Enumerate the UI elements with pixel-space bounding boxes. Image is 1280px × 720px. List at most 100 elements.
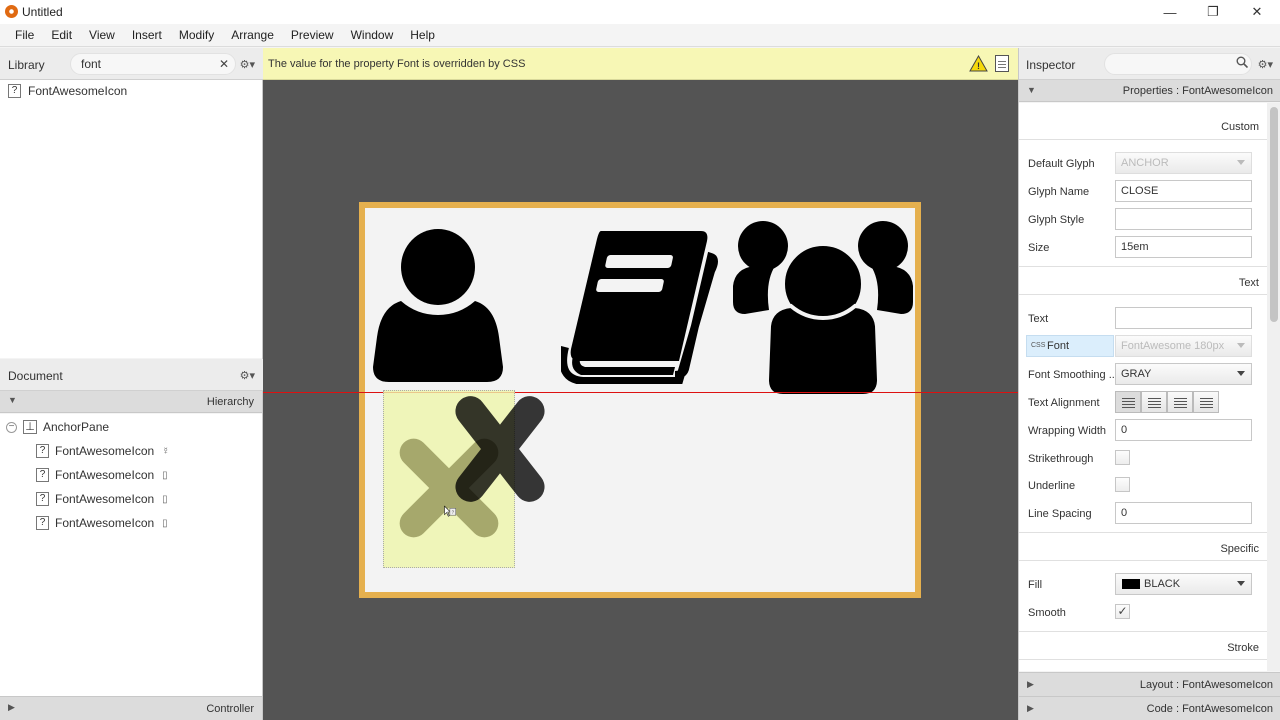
expand-triangle-icon: ▶: [1027, 679, 1034, 689]
close-button[interactable]: ✕: [1242, 2, 1272, 22]
anchorpane-icon: ⊥: [23, 420, 37, 434]
library-item-label: FontAwesomeIcon: [28, 84, 128, 98]
library-title: Library: [8, 58, 45, 72]
menu-help[interactable]: Help: [402, 24, 444, 46]
document-title: Document: [8, 369, 63, 383]
glyph-style-label: Glyph Style: [1028, 214, 1085, 226]
align-justify-button[interactable]: [1193, 391, 1219, 413]
glyph-preview-icon: ▯: [162, 517, 168, 529]
glyph-name-field[interactable]: CLOSE: [1115, 180, 1252, 202]
drag-cursor-icon: ?: [444, 505, 456, 517]
hierarchy-tree: − ⊥ AnchorPane ? FontAwesomeIcon ☿ ? Fon…: [0, 414, 262, 696]
library-item[interactable]: ? FontAwesomeIcon: [8, 84, 127, 98]
text-label: Text: [1028, 313, 1049, 325]
section-text: Text: [1238, 277, 1259, 289]
glyph-preview-icon: ▯: [162, 493, 168, 505]
align-left-button[interactable]: [1115, 391, 1141, 413]
users-icon[interactable]: [731, 214, 915, 398]
document-gear-icon[interactable]: ⚙▾: [240, 369, 255, 382]
tree-row[interactable]: ? FontAwesomeIcon ☿: [36, 444, 170, 458]
glyph-name-label: Glyph Name: [1028, 186, 1090, 198]
tree-row[interactable]: ? FontAwesomeIcon ▯: [36, 468, 168, 482]
chevron-down-icon: [1237, 581, 1245, 586]
book-icon[interactable]: [561, 229, 721, 384]
wrapping-width-field[interactable]: 0: [1115, 419, 1252, 441]
menu-bar: File Edit View Insert Modify Arrange Pre…: [0, 24, 1280, 47]
align-center-button[interactable]: [1141, 391, 1167, 413]
tree-row-label: FontAwesomeIcon: [55, 468, 155, 482]
section-custom: Custom: [1221, 121, 1259, 133]
hierarchy-label: Hierarchy: [206, 396, 254, 408]
code-bar[interactable]: ▶ Code : FontAwesomeIcon: [1019, 696, 1280, 720]
component-icon: ?: [36, 516, 49, 530]
warning-message: The value for the property Font is overr…: [268, 58, 526, 70]
controller-label: Controller: [206, 703, 254, 715]
font-label: Font: [1047, 340, 1070, 352]
line-spacing-field[interactable]: 0: [1115, 502, 1252, 524]
search-icon[interactable]: [1236, 56, 1248, 68]
library-gear-icon[interactable]: ⚙▾: [240, 58, 255, 71]
menu-edit[interactable]: Edit: [43, 24, 81, 46]
default-glyph-label: Default Glyph: [1028, 158, 1095, 170]
inspector-scrollbar[interactable]: [1267, 103, 1280, 671]
smooth-checkbox[interactable]: ✓: [1115, 604, 1130, 619]
component-icon: ?: [36, 492, 49, 506]
title-bar: Untitled — ❐ ✕: [0, 0, 1280, 24]
text-field[interactable]: [1115, 307, 1252, 329]
properties-list: Custom Default Glyph ANCHOR Glyph Name C…: [1019, 103, 1267, 671]
alignment-guide-line: [263, 392, 1018, 393]
properties-label: Properties : FontAwesomeIcon: [1122, 85, 1273, 97]
component-icon: ?: [36, 444, 49, 458]
menu-insert[interactable]: Insert: [124, 24, 171, 46]
minimize-button[interactable]: —: [1155, 2, 1185, 22]
warning-icon[interactable]: !: [969, 55, 988, 72]
size-field[interactable]: 15em: [1115, 236, 1252, 258]
align-justify-icon: [1200, 398, 1213, 399]
font-smoothing-combo[interactable]: GRAY: [1115, 363, 1252, 385]
tree-row[interactable]: ? FontAwesomeIcon ▯: [36, 516, 168, 530]
canvas-area[interactable]: The value for the property Font is overr…: [263, 48, 1018, 720]
menu-modify[interactable]: Modify: [171, 24, 223, 46]
menu-preview[interactable]: Preview: [283, 24, 343, 46]
divider: [1019, 139, 1267, 140]
strikethrough-checkbox[interactable]: [1115, 450, 1130, 465]
align-center-icon: [1148, 398, 1161, 399]
inspector-gear-icon[interactable]: ⚙▾: [1258, 58, 1273, 71]
chevron-down-icon: [1237, 160, 1245, 165]
font-css-label: CSS Font: [1026, 335, 1114, 357]
align-right-button[interactable]: [1167, 391, 1193, 413]
tree-row-label: FontAwesomeIcon: [55, 516, 155, 530]
font-value: FontAwesome 180px: [1121, 340, 1225, 352]
collapse-node-icon[interactable]: −: [6, 421, 17, 433]
controller-bar[interactable]: ▶ Controller: [0, 696, 262, 720]
fill-combo[interactable]: BLACK: [1115, 573, 1252, 595]
left-panel: Library ✕ ⚙▾ ? FontAwesomeIcon Document …: [0, 48, 263, 720]
underline-checkbox[interactable]: [1115, 477, 1130, 492]
menu-view[interactable]: View: [81, 24, 124, 46]
tree-row[interactable]: ? FontAwesomeIcon ▯: [36, 492, 168, 506]
user-icon[interactable]: [371, 229, 505, 384]
close-icon[interactable]: [443, 388, 557, 510]
section-specific: Specific: [1220, 543, 1259, 555]
maximize-button[interactable]: ❐: [1198, 2, 1228, 22]
tree-row-label: FontAwesomeIcon: [55, 444, 155, 458]
svg-text:!: !: [977, 61, 980, 71]
clear-search-icon[interactable]: ✕: [219, 57, 229, 71]
smooth-label: Smooth: [1028, 607, 1066, 619]
document-icon[interactable]: [995, 55, 1009, 72]
text-alignment-label: Text Alignment: [1028, 397, 1100, 409]
menu-window[interactable]: Window: [343, 24, 403, 46]
layout-bar[interactable]: ▶ Layout : FontAwesomeIcon: [1019, 672, 1280, 696]
menu-arrange[interactable]: Arrange: [223, 24, 283, 46]
tree-row-label: AnchorPane: [43, 420, 110, 434]
window-title: Untitled: [22, 5, 63, 19]
hierarchy-bar[interactable]: ▼ Hierarchy: [0, 391, 262, 413]
menu-file[interactable]: File: [0, 24, 43, 46]
scrollbar-thumb[interactable]: [1270, 107, 1278, 322]
tree-row-anchorpane[interactable]: − ⊥ AnchorPane: [6, 420, 109, 434]
library-search-input[interactable]: [70, 53, 236, 75]
properties-bar[interactable]: ▼ Properties : FontAwesomeIcon: [1019, 80, 1280, 102]
glyph-style-field[interactable]: [1115, 208, 1252, 230]
glyph-preview-icon: ▯: [162, 469, 168, 481]
inspector-search-input[interactable]: [1104, 53, 1252, 75]
